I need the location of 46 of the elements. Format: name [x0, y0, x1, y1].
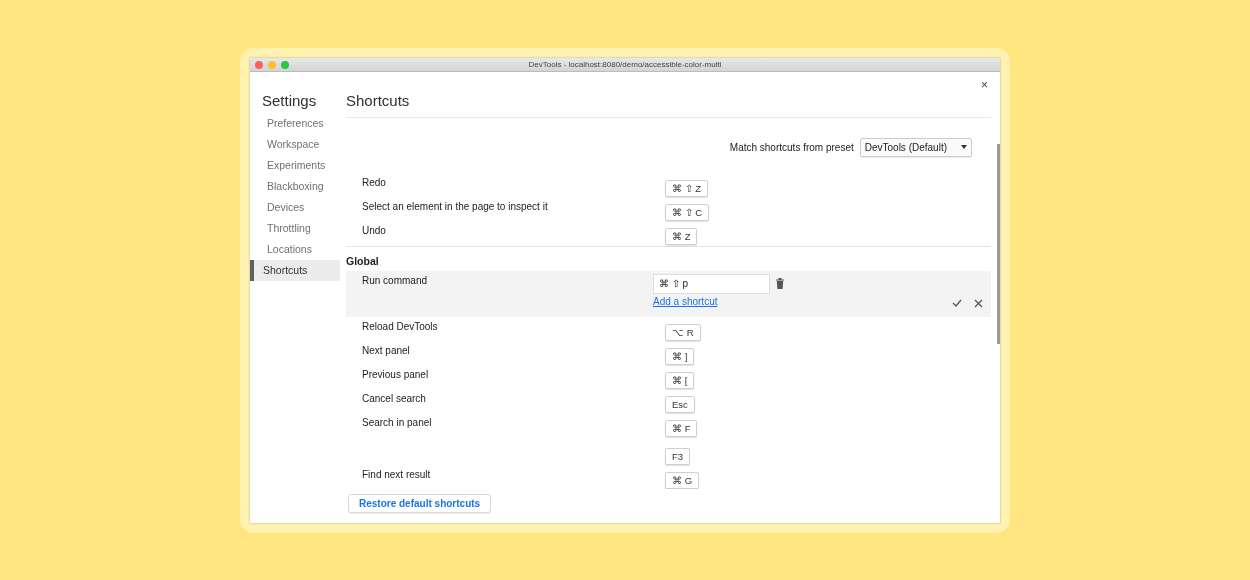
shortcut-name: Select an element in the page to inspect it	[362, 199, 548, 214]
shortcut-name: Previous panel	[362, 367, 429, 382]
group-title: Global	[346, 253, 379, 269]
shortcut-key: ⌘ F	[665, 419, 698, 437]
window-zoom-button[interactable]	[281, 60, 289, 69]
window-minimize-button[interactable]	[268, 60, 276, 69]
shortcut-key: ⌘ [	[665, 371, 695, 389]
restore-defaults-button[interactable]: Restore default shortcuts	[348, 493, 492, 513]
sidebar-item[interactable]: Locations	[250, 238, 340, 260]
shortcut-name: Reload DevTools	[362, 319, 438, 334]
shortcut-name: Undo	[362, 223, 386, 238]
shortcut-key: ⌘ Z	[665, 227, 698, 245]
shortcut-key: ⌥ R	[665, 323, 701, 341]
shortcut-input[interactable]: ⌘ ⇧ p	[653, 273, 770, 294]
shortcut-key: Esc	[665, 395, 695, 413]
sidebar-item[interactable]: Workspace	[250, 133, 340, 155]
shortcut-key: ⌘ ]	[665, 347, 695, 365]
close-icon[interactable]	[974, 298, 983, 308]
checkmark-icon[interactable]	[952, 298, 962, 307]
shortcut-name: Next panel	[362, 343, 410, 358]
trash-icon[interactable]	[776, 278, 784, 289]
sidebar-item[interactable]: Preferences	[250, 112, 340, 134]
shortcut-name: Find next result	[362, 467, 431, 482]
sidebar-item[interactable]: Experiments	[250, 154, 340, 176]
dropdown-caret-icon	[961, 145, 967, 149]
sidebar-item[interactable]: Throttling	[250, 217, 340, 239]
shortcut-key: F3	[665, 447, 691, 465]
add-shortcut-link[interactable]: Add a shortcut	[653, 295, 718, 307]
sidebar-item[interactable]: Blackboxing	[250, 175, 340, 197]
shortcut-key: ⌘ G	[665, 471, 700, 489]
shortcut-key: ⌘ ⇧ C	[665, 203, 710, 221]
shortcut-name: Search in panel	[362, 415, 432, 430]
shortcut-key: ⌘ ⇧ Z	[665, 179, 709, 197]
sidebar-item[interactable]: Devices	[250, 196, 340, 218]
sidebar-title: Settings	[261, 91, 317, 110]
sidebar-item[interactable]: Shortcuts	[250, 259, 340, 281]
close-button[interactable]: ×	[981, 77, 988, 92]
preset-dropdown[interactable]: DevTools (Default)	[859, 137, 972, 157]
panel-title: Shortcuts	[346, 91, 410, 110]
window-close-button[interactable]	[255, 60, 263, 69]
scrollbar[interactable]	[997, 143, 1000, 344]
window-title: DevTools - localhost:8080/demo/accessible-color-multi	[528, 59, 722, 69]
shortcut-name: Cancel search	[362, 391, 426, 406]
preset-label: Match shortcuts from preset	[729, 141, 854, 153]
shortcut-name: Redo	[362, 175, 386, 190]
shortcut-name: Run command	[362, 273, 428, 288]
